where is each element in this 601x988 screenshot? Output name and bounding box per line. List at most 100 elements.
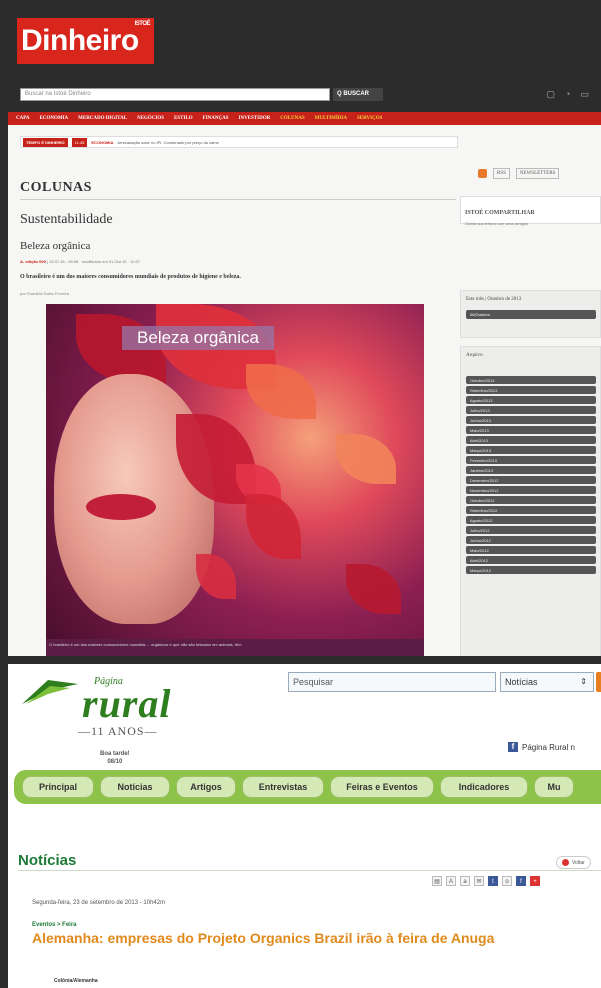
archive-item[interactable]: Fevereiro/2013: [466, 456, 596, 464]
twitter-icon[interactable]: t: [488, 876, 498, 886]
archive-item[interactable]: Outubro/2013: [466, 376, 596, 384]
page-title: Notícias: [18, 852, 77, 869]
nav-item-economia[interactable]: ECONOMIA: [40, 116, 69, 121]
tab-artigos[interactable]: Artigos: [176, 776, 236, 798]
rss-icon[interactable]: ▭: [580, 89, 589, 100]
nav-item-servicos[interactable]: SERVIÇOS: [357, 116, 382, 121]
back-icon: [562, 859, 569, 866]
article-dates: | 13.07.15 - 09:36 · modificado em 01.Ou…: [46, 259, 141, 264]
caption-bar: O brasileiro é um dos maiores consumidor…: [46, 639, 424, 656]
archive-item[interactable]: Março/2013: [466, 446, 596, 454]
logo-anniversary: —11 ANOS—: [78, 724, 158, 738]
archive-box: Arquivo Outubro/2013 Setembro/2013 Agost…: [460, 346, 601, 656]
month-title: Este mês | Outubro de 2013: [466, 297, 522, 302]
archive-item[interactable]: Agosto/2012: [466, 516, 596, 524]
search-input[interactable]: Pesquisar: [288, 672, 496, 692]
logo-text: Dinheiro: [21, 24, 139, 57]
main-nav: CAPA ECONOMIA MERCADO DIGITAL NEGÓCIOS E…: [8, 112, 601, 125]
archive-item[interactable]: Setembro/2012: [466, 506, 596, 514]
archive-item[interactable]: Maio/2013: [466, 426, 596, 434]
twitter-icon[interactable]: ◔: [565, 89, 570, 100]
archive-item[interactable]: Maio/2012: [466, 546, 596, 554]
archive-item[interactable]: Junho/2012: [466, 536, 596, 544]
leaf-shape: [246, 364, 316, 419]
ticker-category: ECONOMIA: [91, 139, 114, 145]
article-tools: ▤ A a ✉ t o f +: [432, 876, 540, 886]
email-icon[interactable]: ✉: [474, 876, 484, 886]
share-title: ISTOÉ COMPARTILHAR: [465, 210, 535, 216]
back-button[interactable]: Voltar: [556, 856, 591, 869]
archive-item[interactable]: Abril/2012: [466, 556, 596, 564]
nav-item-capa[interactable]: CAPA: [16, 116, 30, 121]
nav-item-colunas[interactable]: COLUNAS: [280, 116, 304, 121]
leaf-shape: [246, 494, 301, 559]
archive-item[interactable]: Janeiro/2013: [466, 466, 596, 474]
nav-item-mercado-digital[interactable]: MERCADO DIGITAL: [78, 116, 127, 121]
search-go-button[interactable]: [596, 672, 601, 692]
nav-item-investidor[interactable]: INVESTIDOR: [239, 116, 271, 121]
article-subtitle: Beleza orgânica: [20, 240, 91, 252]
facebook-share-icon[interactable]: f: [516, 876, 526, 886]
tab-noticias[interactable]: Notícias: [100, 776, 170, 798]
nav-item-estilo[interactable]: ESTILO: [174, 116, 193, 121]
tab-feiras-eventos[interactable]: Feiras e Eventos: [330, 776, 434, 798]
search-button[interactable]: Q BUSCAR: [333, 88, 383, 101]
tab-entrevistas[interactable]: Entrevistas: [242, 776, 324, 798]
archive-item[interactable]: Julho/2013: [466, 406, 596, 414]
archive-item[interactable]: Novembro/2012: [466, 486, 596, 494]
rural-logo-wing-icon: [22, 680, 78, 704]
archive-item[interactable]: Abril/2013: [466, 436, 596, 444]
select-value: Notícias: [505, 677, 538, 687]
breadcrumb[interactable]: Eventos > Feira: [32, 922, 77, 928]
logo-rural[interactable]: rural: [82, 680, 172, 727]
archive-item[interactable]: Agosto/2013: [466, 396, 596, 404]
orkut-icon[interactable]: o: [502, 876, 512, 886]
divider: [20, 199, 456, 200]
divider: [18, 870, 601, 871]
archive-item[interactable]: Março/2012: [466, 566, 596, 574]
newsletters-link[interactable]: NEWSLETTERS: [515, 168, 560, 179]
archive-item[interactable]: Outubro/2012: [466, 496, 596, 504]
tab-indicadores[interactable]: Indicadores: [440, 776, 528, 798]
greeting: Boa tarde!: [100, 751, 130, 757]
search-input[interactable]: Buscar na Istoé Dinheiro: [20, 88, 330, 101]
archive-item[interactable]: Dezembro/2012: [466, 476, 596, 484]
month-item[interactable]: 06/Outubro: [466, 310, 596, 319]
article-edition[interactable]: A- edição 000: [20, 259, 46, 264]
rss-icon[interactable]: [478, 169, 487, 178]
dinheiro-header: ISTOÉ Dinheiro Buscar na Istoé Dinheiro …: [8, 8, 601, 120]
leaf-shape: [336, 434, 396, 484]
article-author: por Ruanilda Sales Ferreira: [20, 291, 69, 296]
print-icon[interactable]: ▤: [432, 876, 442, 886]
logo-small-text: ISTOÉ: [134, 21, 151, 27]
rss-link[interactable]: RSS: [493, 168, 510, 179]
search-category-select[interactable]: Notícias ⇕: [500, 672, 594, 692]
archive-item[interactable]: Julho/2012: [466, 526, 596, 534]
back-label: Voltar: [572, 859, 585, 866]
tab-more[interactable]: Mu: [534, 776, 574, 798]
archive-item[interactable]: Junho/2013: [466, 416, 596, 424]
nav-item-negocios[interactable]: NEGÓCIOS: [137, 116, 164, 121]
nav-item-multimidia[interactable]: MULTIMÍDIA: [315, 116, 347, 121]
ticker-badge[interactable]: TEMPO É DINHEIRO: [23, 137, 68, 147]
lips: [86, 494, 156, 520]
archive-item[interactable]: Setembro/2013: [466, 386, 596, 394]
more-share-icon[interactable]: +: [530, 876, 540, 886]
nav-item-financas[interactable]: FINANÇAS: [203, 116, 229, 121]
font-decrease-icon[interactable]: a: [460, 876, 470, 886]
columns-title: COLUNAS: [20, 180, 92, 195]
image-caption: Beleza orgânica: [122, 326, 274, 350]
facebook-icon[interactable]: ▢: [547, 89, 556, 100]
ticker-headline[interactable]: Arrecadação solar no IPI. Condenado por …: [117, 140, 219, 145]
facebook-link[interactable]: f Página Rural n: [508, 742, 575, 752]
dinheiro-logo[interactable]: ISTOÉ Dinheiro: [17, 18, 154, 64]
tab-principal[interactable]: Principal: [22, 776, 94, 798]
greeting-date: Boa tarde! 08/10: [100, 750, 130, 766]
ticker-time: 11:45: [71, 137, 88, 147]
font-increase-icon[interactable]: A: [446, 876, 456, 886]
article-image: [46, 304, 424, 639]
article-headline: Alemanha: empresas do Projeto Organics B…: [32, 930, 495, 946]
share-box: ISTOÉ COMPARTILHAR Divida sua leitura co…: [460, 196, 601, 226]
leaf-shape: [346, 564, 401, 614]
current-date: 08/10: [107, 759, 123, 765]
